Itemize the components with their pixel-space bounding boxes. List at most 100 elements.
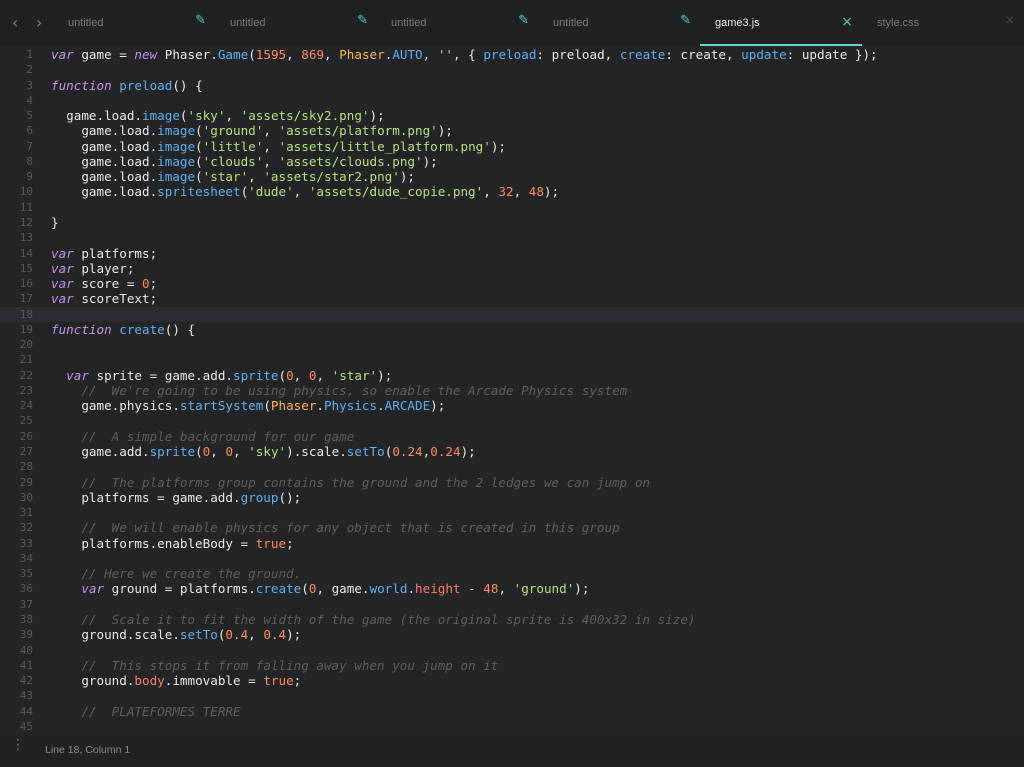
code-line[interactable]: 42 ground.body.immovable = true; [0, 673, 1024, 688]
code-line[interactable]: 36 var ground = platforms.create(0, game… [0, 581, 1024, 596]
code-line[interactable]: 21 [0, 352, 1024, 367]
code-line[interactable]: 19 function create() { [0, 322, 1024, 337]
code-token: . [407, 581, 416, 597]
code-token: game.load. [51, 123, 158, 139]
code-line[interactable]: 2 [0, 62, 1024, 77]
line-number: 43 [19, 689, 33, 703]
code-line[interactable]: 32 // We will enable physics for any obj… [0, 520, 1024, 535]
code-token: , [248, 627, 264, 643]
code-line[interactable]: 34 [0, 551, 1024, 566]
code-token: image [157, 169, 196, 185]
code-line[interactable]: 33 platforms.enableBody = true; [0, 536, 1024, 551]
tab-untitled-2[interactable]: untitled ✎ [222, 0, 382, 46]
code-line[interactable]: 41 // This stops it from falling away wh… [0, 658, 1024, 673]
code-line[interactable]: 24 game.physics.startSystem(Phaser.Physi… [0, 398, 1024, 413]
code-token: ); [430, 398, 446, 414]
code-editor[interactable]: 1 var game = new Phaser.Game(1595, 869, P… [0, 46, 1024, 736]
code-line[interactable]: 45 [0, 719, 1024, 734]
status-bar: ⋮ Line 18, Column 1 [0, 736, 1024, 767]
code-line[interactable]: 30 platforms = game.add.group(); [0, 490, 1024, 505]
code-line[interactable]: 27 game.add.sprite(0, 0, 'sky').scale.se… [0, 444, 1024, 459]
code-token: ( [195, 138, 203, 154]
code-token: : create, [665, 47, 742, 62]
code-line[interactable]: 40 [0, 643, 1024, 658]
code-token: ( [248, 47, 256, 62]
back-arrow-icon[interactable]: ‹ [12, 13, 18, 32]
code-line[interactable]: 10 game.load.spritesheet('dude', 'assets… [0, 184, 1024, 199]
line-number: 5 [26, 109, 33, 123]
code-token: ground.scale. [51, 627, 180, 643]
pencil-icon: ✎ [357, 13, 368, 28]
code-line[interactable]: 15 var player; [0, 261, 1024, 276]
code-token: // We will enable physics for any object… [81, 520, 620, 536]
code-line[interactable]: 16 var score = 0; [0, 276, 1024, 291]
code-token: ); [369, 108, 385, 124]
code-token: '' [437, 47, 453, 62]
code-line[interactable]: 29 // The platforms group contains the g… [0, 475, 1024, 490]
close-icon[interactable]: × [841, 14, 853, 30]
code-line[interactable]: 6 game.load.image('ground', 'assets/plat… [0, 123, 1024, 138]
code-line[interactable]: 28 [0, 459, 1024, 474]
code-line[interactable]: 1 var game = new Phaser.Game(1595, 869, P… [0, 47, 1024, 62]
line-number: 1 [26, 48, 33, 61]
cursor-position: Line 18, Column 1 [45, 744, 131, 756]
tab-untitled-4[interactable]: untitled ✎ [545, 0, 705, 46]
code-line[interactable]: 44 // PLATEFORMES TERRE [0, 704, 1024, 719]
code-token: var [51, 47, 74, 62]
code-line[interactable]: 25 [0, 413, 1024, 428]
tab-game3-js[interactable]: game3.js × [707, 0, 867, 46]
code-line[interactable]: 22 var sprite = game.add.sprite(0, 0, 's… [0, 368, 1024, 383]
code-line[interactable]: 23 // We're going to be using physics, s… [0, 383, 1024, 398]
code-token: spritesheet [157, 184, 241, 200]
code-token: ( [195, 123, 203, 139]
code-line[interactable]: 18 [0, 306, 1024, 322]
code-line[interactable]: 11 [0, 200, 1024, 215]
code-line[interactable]: 7 game.load.image('little', 'assets/litt… [0, 139, 1024, 154]
code-line[interactable]: 20 [0, 337, 1024, 352]
code-token: , [316, 367, 332, 383]
line-number: 38 [19, 612, 33, 626]
tab-untitled-3[interactable]: untitled ✎ [383, 0, 543, 46]
tab-bar: ‹ › untitled ✎ untitled ✎ untitled ✎ unt… [0, 0, 1024, 46]
code-line[interactable]: 4 [0, 93, 1024, 108]
code-text: var ground = platforms.create(0, game.wo… [51, 581, 589, 596]
tab-style-css[interactable]: style.css × [869, 0, 1024, 46]
code-line[interactable]: 39 ground.scale.setTo(0.4, 0.4); [0, 627, 1024, 642]
code-line[interactable]: 35 // Here we create the ground. [0, 566, 1024, 581]
code-token: create [255, 581, 302, 597]
code-line[interactable]: 13 [0, 230, 1024, 245]
code-token: ( [278, 367, 287, 383]
code-line[interactable]: 14 var platforms; [0, 246, 1024, 261]
code-line[interactable]: 17 var scoreText; [0, 291, 1024, 306]
code-token: - [460, 581, 484, 597]
code-token: scoreText; [73, 291, 158, 307]
menu-dots-icon[interactable]: ⋮ [11, 738, 25, 752]
code-line[interactable]: 3 function preload() { [0, 78, 1024, 93]
line-number: 32 [19, 521, 33, 535]
code-token: 'assets/star2.png' [263, 169, 400, 185]
code-token: group [240, 489, 279, 505]
code-token: // A simple background for our game [81, 428, 355, 444]
code-line[interactable]: 31 [0, 505, 1024, 520]
code-line[interactable]: 8 game.load.image('clouds', 'assets/clou… [0, 154, 1024, 169]
code-line[interactable]: 43 [0, 688, 1024, 703]
code-line[interactable]: 37 [0, 597, 1024, 612]
code-token: , { [453, 47, 484, 62]
code-line[interactable]: 26 // A simple background for our game [0, 429, 1024, 444]
close-icon[interactable]: × [1004, 13, 1015, 28]
code-token: var [51, 291, 74, 307]
code-token: sprite = game.add. [88, 367, 233, 383]
code-line[interactable]: 5 game.load.image('sky', 'assets/sky2.pn… [0, 108, 1024, 123]
tab-untitled-1[interactable]: untitled ✎ [60, 0, 220, 46]
code-token: 0.4 [263, 627, 287, 643]
forward-arrow-icon[interactable]: › [36, 13, 42, 32]
code-token: , [263, 153, 279, 169]
code-line[interactable]: 9 game.load.image('star', 'assets/star2.… [0, 169, 1024, 184]
code-text: // A simple background for our game [51, 429, 354, 444]
code-token: , [225, 108, 241, 124]
code-line[interactable]: 12} [0, 215, 1024, 230]
code-token: } [51, 214, 59, 230]
code-text: game.load.spritesheet('dude', 'assets/du… [51, 184, 559, 199]
code-line[interactable]: 38 // Scale it to fit the width of the g… [0, 612, 1024, 627]
